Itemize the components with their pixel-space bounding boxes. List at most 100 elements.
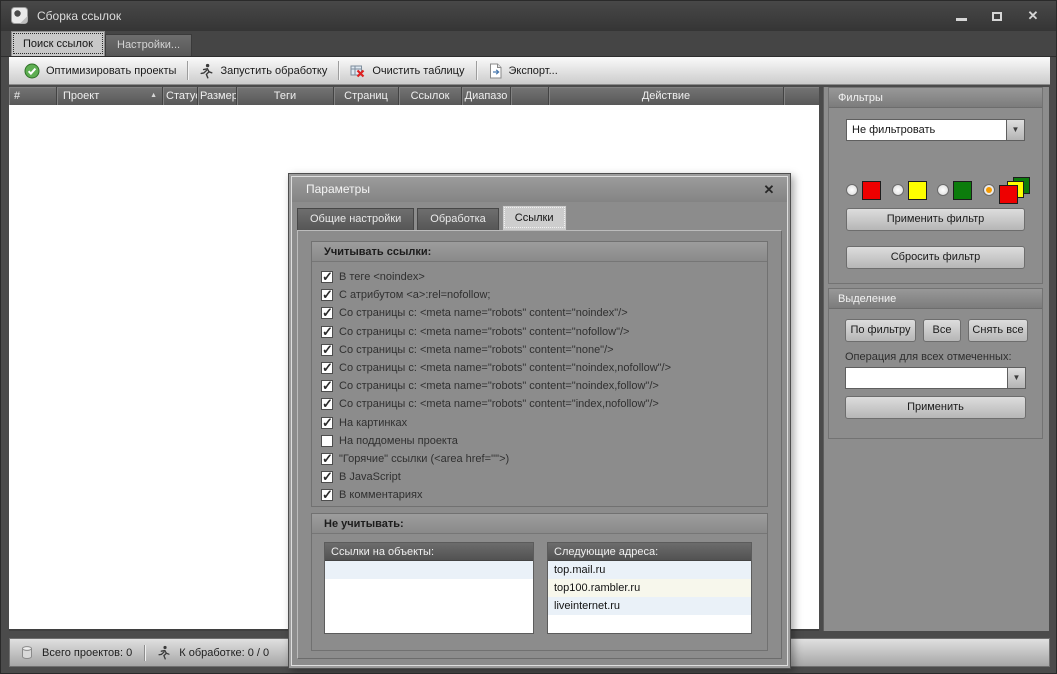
radio-green[interactable]: [937, 184, 950, 196]
checkbox-row[interactable]: В комментариях: [321, 486, 767, 504]
checkbox[interactable]: [321, 415, 333, 431]
optimize-check-icon: [24, 63, 40, 78]
clear-table-button[interactable]: Очистить таблицу: [341, 57, 473, 84]
selection-group-title: Выделение: [829, 289, 1042, 309]
checkbox[interactable]: [321, 360, 333, 376]
checkbox-row[interactable]: Со страницы с: <meta name="robots" conte…: [321, 323, 767, 341]
export-button[interactable]: Экспорт...: [479, 57, 567, 84]
toolbar: Оптимизировать проекты Запустить обработ…: [9, 57, 1050, 85]
dialog-close-icon[interactable]: ✕: [759, 177, 779, 202]
checkbox[interactable]: [321, 342, 333, 358]
minimize-button[interactable]: [954, 9, 968, 23]
filters-group: Фильтры Не фильтровать ▼ Применить фильт…: [828, 87, 1043, 284]
checkbox-row[interactable]: "Горячие" ссылки (<area href='"'>): [321, 450, 767, 468]
dialog-titlebar: Параметры: [292, 177, 787, 202]
tab-link-search[interactable]: Поиск ссылок: [11, 31, 105, 56]
dialog-tabs: Общие настройки Обработка Ссылки: [297, 205, 782, 230]
start-processing-button[interactable]: Запустить обработку: [190, 57, 336, 84]
checkbox-row[interactable]: С атрибутом <a>:rel=nofollow;: [321, 286, 767, 304]
app-icon: [11, 7, 28, 24]
column-header[interactable]: Ссылок: [399, 87, 462, 105]
exclude-group: Не учитывать: Ссылки на объекты: Следующ…: [311, 513, 768, 651]
tab-settings[interactable]: Настройки...: [105, 34, 193, 56]
column-header[interactable]: Размер: [198, 87, 237, 105]
select-all-button[interactable]: Все: [923, 319, 961, 342]
checkbox[interactable]: [321, 487, 333, 503]
checkbox-row[interactable]: В JavaScript: [321, 468, 767, 486]
export-icon: [489, 63, 501, 78]
checkbox[interactable]: [321, 269, 333, 285]
excluded-addresses-header[interactable]: Следующие адреса:: [548, 543, 751, 561]
select-by-filter-button[interactable]: По фильтру: [845, 319, 916, 342]
apply-filter-button[interactable]: Применить фильтр: [846, 208, 1025, 231]
dialog-tab-links[interactable]: Ссылки: [501, 205, 567, 230]
green-square-icon: [953, 180, 973, 200]
close-button[interactable]: ✕: [1026, 8, 1040, 23]
checkbox[interactable]: [321, 324, 333, 340]
toolbar-separator: [338, 61, 340, 80]
checkbox[interactable]: [321, 396, 333, 412]
radio-yellow[interactable]: [891, 184, 904, 196]
checkbox-row[interactable]: Со страницы с: <meta name="robots" conte…: [321, 395, 767, 413]
right-panel: Фильтры Не фильтровать ▼ Применить фильт…: [823, 87, 1049, 631]
checkbox-row[interactable]: Со страницы с: <meta name="robots" conte…: [321, 341, 767, 359]
filter-option-yellow[interactable]: [891, 180, 927, 200]
address-row[interactable]: liveinternet.ru: [548, 597, 751, 615]
column-header[interactable]: Диапазо: [462, 87, 511, 105]
filter-combobox[interactable]: Не фильтровать ▼: [846, 119, 1025, 141]
filters-group-title: Фильтры: [829, 88, 1042, 108]
chevron-down-icon[interactable]: ▼: [1006, 119, 1025, 141]
operation-label: Операция для всех отмеченных:: [845, 351, 1012, 363]
checkbox-row[interactable]: На картинках: [321, 414, 767, 432]
chevron-down-icon[interactable]: ▼: [1007, 367, 1026, 389]
column-header[interactable]: #: [9, 87, 57, 105]
checkbox[interactable]: [321, 287, 333, 303]
sort-asc-icon: [150, 92, 157, 99]
checkbox[interactable]: [321, 451, 333, 467]
red-square-icon: [862, 180, 881, 200]
empty-row[interactable]: [325, 561, 533, 579]
column-header[interactable]: Действие: [549, 87, 784, 105]
checkbox[interactable]: [321, 434, 333, 447]
filter-combobox-value[interactable]: Не фильтровать: [846, 119, 1006, 141]
statusbar-separator: [144, 644, 146, 661]
optimize-projects-button[interactable]: Оптимизировать проекты: [15, 57, 185, 84]
column-header[interactable]: Статус: [163, 87, 198, 105]
checkbox-row[interactable]: Со страницы с: <meta name="robots" conte…: [321, 359, 767, 377]
excluded-addresses-list[interactable]: Следующие адреса: top.mail.ru top100.ramb…: [547, 542, 752, 634]
checkbox-row[interactable]: На поддомены проекта: [321, 432, 767, 450]
column-header[interactable]: [784, 87, 819, 105]
checkbox[interactable]: [321, 469, 333, 485]
selection-group: Выделение По фильтру Все Снять все Опера…: [828, 288, 1043, 439]
checkbox[interactable]: [321, 305, 333, 321]
column-header[interactable]: Проект: [57, 87, 163, 105]
checkbox-row[interactable]: Со страницы с: <meta name="robots" conte…: [321, 304, 767, 322]
checkbox[interactable]: [321, 378, 333, 394]
reset-filter-button[interactable]: Сбросить фильтр: [846, 246, 1025, 269]
object-links-list[interactable]: Ссылки на объекты:: [324, 542, 534, 634]
include-group-title: Учитывать ссылки:: [312, 242, 767, 262]
dialog-tab-processing[interactable]: Обработка: [417, 208, 499, 230]
radio-red[interactable]: [846, 184, 858, 196]
filter-option-all-colors[interactable]: [982, 176, 1030, 204]
apply-operation-button[interactable]: Применить: [845, 396, 1026, 419]
dialog-tab-general[interactable]: Общие настройки: [297, 208, 415, 230]
column-header[interactable]: Теги: [237, 87, 334, 105]
filter-option-green[interactable]: [937, 180, 973, 200]
address-row[interactable]: top100.rambler.ru: [548, 579, 751, 597]
radio-all-colors[interactable]: [982, 184, 995, 196]
operation-combobox-value[interactable]: [845, 367, 1007, 389]
database-icon: [22, 646, 32, 660]
checkbox-row[interactable]: В теге <noindex>: [321, 268, 767, 286]
parameters-dialog: Параметры ✕ Общие настройки Обработка Сс…: [288, 173, 791, 669]
column-header[interactable]: Страниц: [334, 87, 399, 105]
object-links-list-header[interactable]: Ссылки на объекты:: [325, 543, 533, 561]
app-window: Сборка ссылок ✕ Поиск ссылок Настройки..…: [0, 0, 1057, 674]
checkbox-row[interactable]: Со страницы с: <meta name="robots" conte…: [321, 377, 767, 395]
deselect-all-button[interactable]: Снять все: [968, 319, 1028, 342]
address-row[interactable]: top.mail.ru: [548, 561, 751, 579]
column-header[interactable]: [511, 87, 549, 105]
maximize-button[interactable]: [990, 9, 1004, 23]
operation-combobox[interactable]: ▼: [845, 367, 1026, 389]
filter-option-red[interactable]: [846, 180, 881, 200]
